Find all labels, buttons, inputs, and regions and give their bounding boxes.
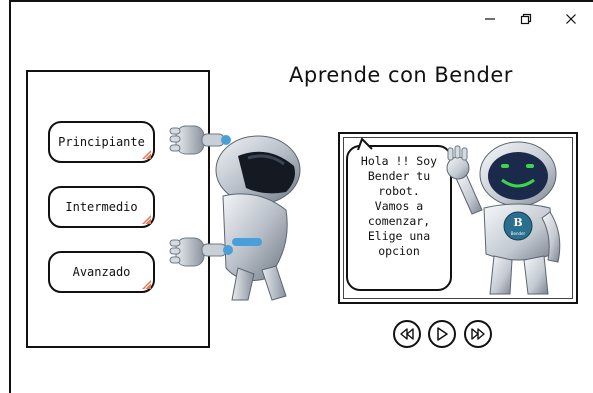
page-title: Aprende con Bender: [289, 63, 513, 87]
window-top-border: [9, 0, 593, 2]
principiante-label: Principiante: [58, 135, 145, 149]
play-button[interactable]: [428, 320, 456, 348]
speech-tail: [357, 138, 373, 150]
restore-icon: [520, 13, 532, 25]
minimize-icon: [485, 18, 495, 20]
fast-forward-button[interactable]: [464, 320, 492, 348]
principiante-button[interactable]: Principiante: [48, 121, 155, 163]
app-window: Aprende con Bender Principiante Intermed…: [0, 0, 593, 393]
close-icon: [566, 14, 576, 24]
play-icon: [437, 327, 448, 341]
avanzado-label: Avanzado: [72, 265, 131, 279]
robot-waving-image: B Bender: [446, 141, 561, 295]
fold-corner-icon: [142, 280, 151, 289]
fold-corner-icon: [142, 150, 151, 159]
rewind-button[interactable]: [393, 320, 421, 348]
robot-badge-text: Bender: [511, 231, 526, 236]
fast-forward-icon: [471, 328, 485, 340]
intermedio-button[interactable]: Intermedio: [48, 186, 155, 228]
window-left-border: [9, 0, 11, 393]
speech-text: Hola !! Soy Bender tu robot. Vamos a com…: [360, 154, 438, 258]
rewind-icon: [400, 328, 414, 340]
intermedio-label: Intermedio: [65, 200, 138, 214]
close-button[interactable]: [559, 9, 583, 29]
avanzado-button[interactable]: Avanzado: [48, 251, 155, 293]
restore-button[interactable]: [514, 9, 538, 29]
robot-peeking-image: [169, 125, 301, 301]
minimize-button[interactable]: [478, 9, 502, 29]
fold-corner-icon: [142, 215, 151, 224]
robot-badge-letter: B: [513, 216, 522, 229]
